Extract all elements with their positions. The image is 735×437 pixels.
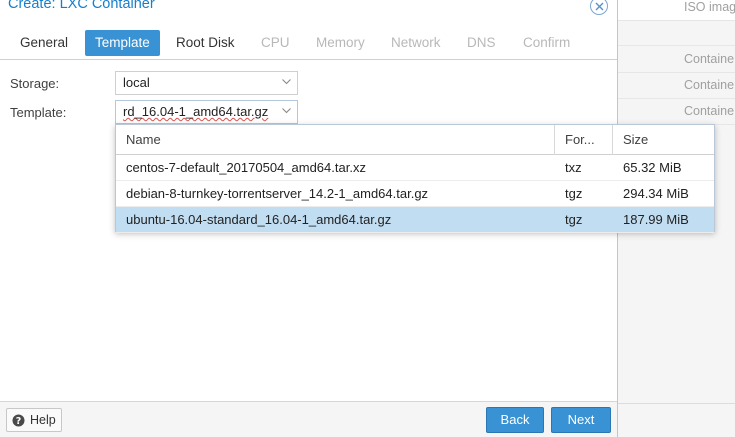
storage-label: Storage: bbox=[10, 76, 60, 91]
tab-general[interactable]: General bbox=[20, 30, 68, 56]
close-icon[interactable] bbox=[590, 0, 608, 15]
bg-row: Containe bbox=[618, 73, 735, 99]
row-size: 65.32 MiB bbox=[623, 160, 682, 175]
svg-text:?: ? bbox=[16, 416, 22, 427]
row-name: ubuntu-16.04-standard_16.04-1_amd64.tar.… bbox=[126, 212, 392, 227]
dialog-title: Create: LXC Container bbox=[8, 0, 155, 12]
help-label: Help bbox=[30, 413, 56, 427]
column-header-size[interactable]: Size bbox=[613, 125, 714, 155]
column-header-name[interactable]: Name bbox=[116, 125, 555, 155]
tab-confirm: Confirm bbox=[523, 35, 571, 50]
row-name: debian-8-turnkey-torrentserver_14.2-1_am… bbox=[126, 186, 429, 201]
chevron-down-icon[interactable] bbox=[282, 79, 291, 85]
template-value: rd_16.04-1_amd64.tar.gz bbox=[123, 104, 269, 119]
storage-value: local bbox=[123, 75, 150, 90]
dialog-footer: ? Help Back Next bbox=[0, 401, 617, 437]
row-size: 294.34 MiB bbox=[623, 186, 689, 201]
next-button[interactable]: Next bbox=[551, 407, 611, 433]
bg-row-blank bbox=[618, 20, 735, 46]
row-format: tgz bbox=[565, 186, 583, 201]
help-icon: ? bbox=[12, 414, 25, 427]
back-button[interactable]: Back bbox=[486, 407, 544, 433]
template-label: Template: bbox=[10, 105, 67, 120]
tab-dns: DNS bbox=[467, 35, 496, 50]
bg-footer-strip bbox=[618, 403, 735, 437]
template-select[interactable]: rd_16.04-1_amd64.tar.gz bbox=[115, 100, 298, 124]
row-format: txz bbox=[565, 160, 582, 175]
tab-cpu: CPU bbox=[261, 35, 290, 50]
template-dropdown-grid: Name For... Size centos-7-default_201705… bbox=[115, 124, 715, 233]
row-name: centos-7-default_20170504_amd64.tar.xz bbox=[126, 160, 366, 175]
tab-template[interactable]: Template bbox=[85, 30, 160, 56]
bg-row: ISO imag bbox=[618, 0, 735, 21]
table-row[interactable]: centos-7-default_20170504_amd64.tar.xz t… bbox=[116, 155, 714, 181]
table-row-selected[interactable]: ubuntu-16.04-standard_16.04-1_amd64.tar.… bbox=[116, 207, 714, 233]
row-size: 187.99 MiB bbox=[623, 212, 689, 227]
chevron-down-icon[interactable] bbox=[282, 108, 291, 114]
tab-network: Network bbox=[391, 35, 441, 50]
bg-row: Containe bbox=[618, 47, 735, 73]
column-header-format[interactable]: For... bbox=[555, 125, 613, 155]
table-row[interactable]: debian-8-turnkey-torrentserver_14.2-1_am… bbox=[116, 181, 714, 207]
tab-memory: Memory bbox=[316, 35, 365, 50]
row-format: tgz bbox=[565, 212, 583, 227]
tab-root-disk[interactable]: Root Disk bbox=[176, 30, 235, 56]
grid-header: Name For... Size bbox=[116, 125, 714, 155]
help-button[interactable]: ? Help bbox=[6, 408, 62, 432]
wizard-tabbar: General Template Root Disk CPU Memory Ne… bbox=[0, 28, 617, 60]
storage-select[interactable]: local bbox=[115, 71, 298, 95]
bg-row: Containe bbox=[618, 99, 735, 125]
